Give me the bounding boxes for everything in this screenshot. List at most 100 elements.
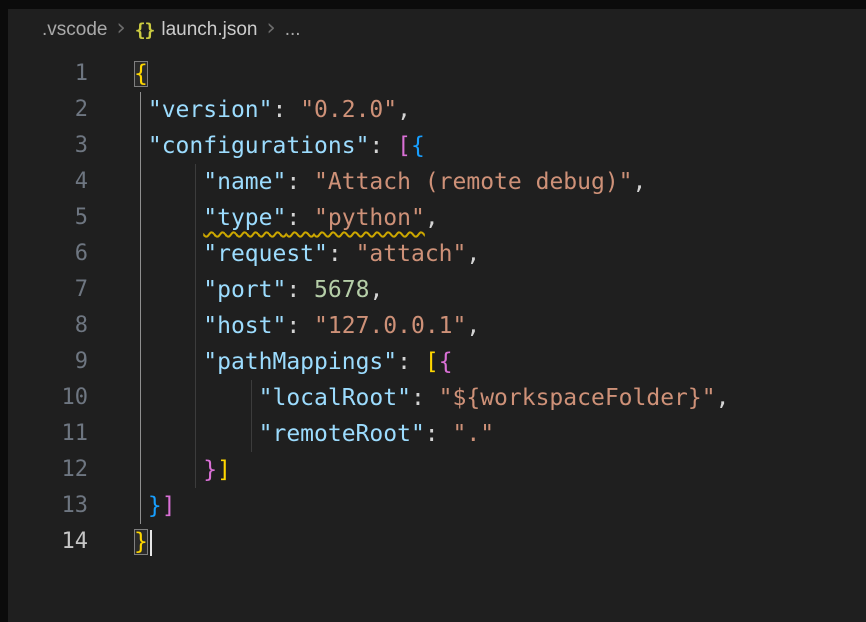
code-lines: 1{2 "version": "0.2.0",3 "configurations… <box>8 56 866 560</box>
line-number-4[interactable]: 4 <box>8 164 88 200</box>
window-left-edge <box>0 0 8 622</box>
breadcrumb-folder-vscode[interactable]: .vscode <box>42 19 107 41</box>
code-token: : <box>286 169 314 195</box>
code-token: { <box>411 133 425 159</box>
code-token: : <box>411 385 439 411</box>
code-token: : <box>397 349 425 375</box>
code-token: : <box>286 277 314 303</box>
code-line-7[interactable]: 7 "port": 5678, <box>8 272 866 308</box>
code-content: } <box>134 524 152 560</box>
line-number-6[interactable]: 6 <box>8 236 88 272</box>
code-content: "host": "127.0.0.1", <box>134 308 480 344</box>
code-line-2[interactable]: 2 "version": "0.2.0", <box>8 92 866 128</box>
code-content: }] <box>134 452 231 488</box>
code-content: "pathMappings": [{ <box>134 344 453 380</box>
breadcrumb-symbol-more[interactable]: ... <box>285 19 301 41</box>
breadcrumb-file-launch-json[interactable]: {} launch.json <box>135 19 258 41</box>
code-token: "host" <box>203 313 286 339</box>
code-content: "localRoot": "${workspaceFolder}", <box>134 380 729 416</box>
code-token: : <box>425 421 453 447</box>
code-token: "." <box>453 421 495 447</box>
line-number-8[interactable]: 8 <box>8 308 88 344</box>
json-file-icon: {} <box>135 20 155 41</box>
code-line-11[interactable]: 11 "remoteRoot": "." <box>8 416 866 452</box>
code-token: 5678 <box>314 277 369 303</box>
code-line-9[interactable]: 9 "pathMappings": [{ <box>8 344 866 380</box>
code-token: "attach" <box>356 241 467 267</box>
line-number-14[interactable]: 14 <box>8 524 88 560</box>
code-content: "type": "python", <box>134 200 439 236</box>
code-token: : <box>286 313 314 339</box>
window-top-edge <box>0 0 866 9</box>
line-number-12[interactable]: 12 <box>8 452 88 488</box>
code-line-10[interactable]: 10 "localRoot": "${workspaceFolder}", <box>8 380 866 416</box>
code-content: "port": 5678, <box>134 272 383 308</box>
code-token: [ <box>425 349 439 375</box>
code-content: "name": "Attach (remote debug)", <box>134 164 646 200</box>
code-token: : <box>272 97 300 123</box>
text-cursor <box>150 530 152 556</box>
code-content: }] <box>134 488 176 524</box>
line-number-13[interactable]: 13 <box>8 488 88 524</box>
matched-bracket: { <box>134 61 148 87</box>
code-token: : <box>328 241 356 267</box>
code-line-4[interactable]: 4 "name": "Attach (remote debug)", <box>8 164 866 200</box>
code-token: "version" <box>148 97 273 123</box>
code-line-1[interactable]: 1{ <box>8 56 866 92</box>
code-token: : <box>369 133 397 159</box>
matched-bracket: } <box>134 529 148 555</box>
line-number-9[interactable]: 9 <box>8 344 88 380</box>
code-content: "remoteRoot": "." <box>134 416 494 452</box>
code-token: "Attach (remote debug)" <box>314 169 633 195</box>
breadcrumb: .vscode › {} launch.json › ... <box>42 14 301 46</box>
code-token: "python" <box>314 205 425 231</box>
code-token: } <box>148 493 162 519</box>
code-token: "127.0.0.1" <box>314 313 466 339</box>
code-content: "version": "0.2.0", <box>134 92 411 128</box>
code-token: , <box>716 385 730 411</box>
code-token: ] <box>162 493 176 519</box>
code-token: "type" <box>203 205 286 231</box>
code-token: "localRoot" <box>259 385 411 411</box>
breadcrumb-file-label: launch.json <box>161 19 257 41</box>
code-token: "${workspaceFolder}" <box>439 385 716 411</box>
code-line-6[interactable]: 6 "request": "attach", <box>8 236 866 272</box>
code-token: , <box>466 313 480 339</box>
code-content: "request": "attach", <box>134 236 480 272</box>
line-number-7[interactable]: 7 <box>8 272 88 308</box>
code-token: , <box>466 241 480 267</box>
code-line-12[interactable]: 12 }] <box>8 452 866 488</box>
code-token: : <box>286 205 314 231</box>
line-number-5[interactable]: 5 <box>8 200 88 236</box>
line-number-11[interactable]: 11 <box>8 416 88 452</box>
line-number-1[interactable]: 1 <box>8 56 88 92</box>
code-token: "remoteRoot" <box>259 421 425 447</box>
chevron-right-icon: › <box>116 17 125 40</box>
code-token: "pathMappings" <box>203 349 397 375</box>
code-line-8[interactable]: 8 "host": "127.0.0.1", <box>8 308 866 344</box>
code-token: , <box>369 277 383 303</box>
code-token: ] <box>217 457 231 483</box>
code-token: "request" <box>203 241 328 267</box>
code-token: "port" <box>203 277 286 303</box>
line-number-2[interactable]: 2 <box>8 92 88 128</box>
chevron-right-icon: › <box>267 17 276 40</box>
code-token: "0.2.0" <box>300 97 397 123</box>
line-number-10[interactable]: 10 <box>8 380 88 416</box>
line-number-3[interactable]: 3 <box>8 128 88 164</box>
code-content: "configurations": [{ <box>134 128 425 164</box>
code-content: { <box>134 56 148 92</box>
code-editor[interactable]: 1{2 "version": "0.2.0",3 "configurations… <box>8 56 866 622</box>
code-line-13[interactable]: 13 }] <box>8 488 866 524</box>
code-line-14[interactable]: 14} <box>8 524 866 560</box>
code-token: , <box>397 97 411 123</box>
code-token: } <box>203 457 217 483</box>
code-token: [ <box>397 133 411 159</box>
code-token: { <box>439 349 453 375</box>
code-line-3[interactable]: 3 "configurations": [{ <box>8 128 866 164</box>
code-token: "name" <box>203 169 286 195</box>
code-token: "configurations" <box>148 133 370 159</box>
code-token: , <box>425 205 439 231</box>
code-token: , <box>633 169 647 195</box>
code-line-5[interactable]: 5 "type": "python", <box>8 200 866 236</box>
